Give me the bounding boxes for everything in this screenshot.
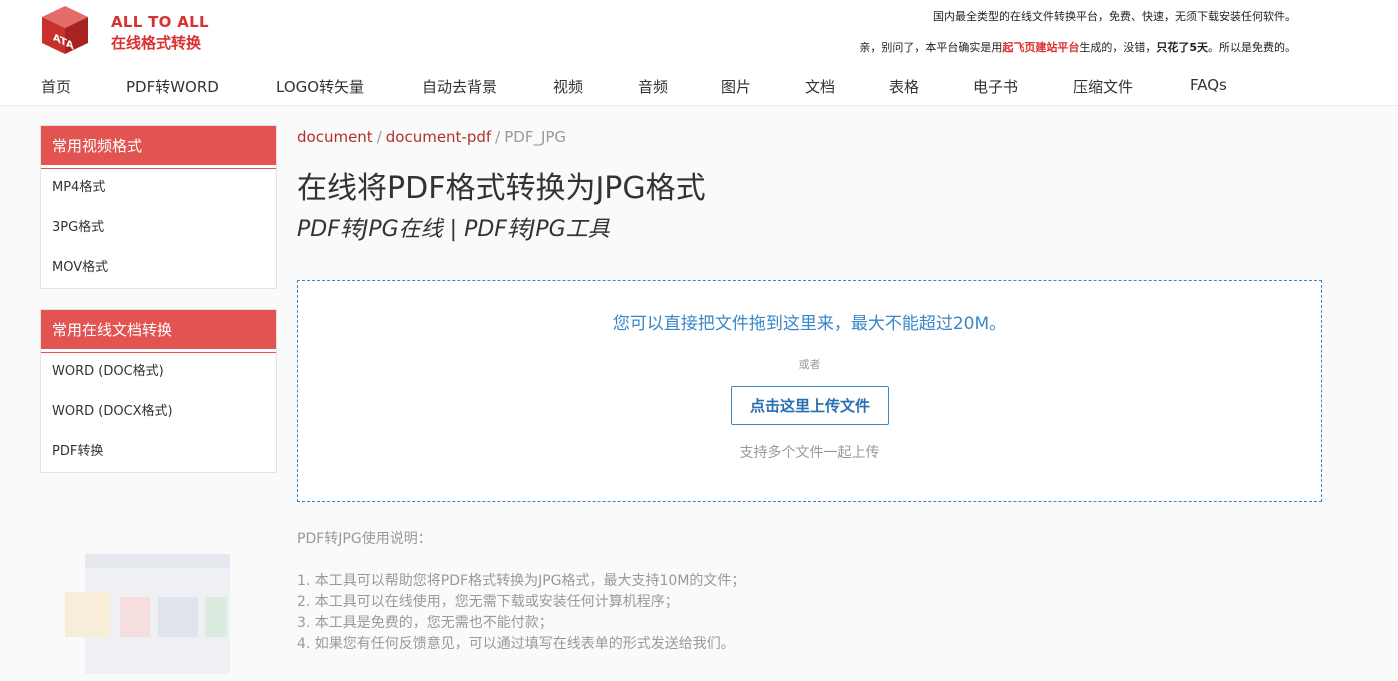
breadcrumb-document[interactable]: document	[297, 128, 373, 146]
list-item: 3. 本工具是免费的，您无需也不能付款；	[297, 615, 553, 631]
nav-item-pdf-to-word[interactable]: PDF转WORD	[126, 76, 219, 97]
list-item: 4. 如果您有任何反馈意见，可以通过填写在线表单的形式发送给我们。	[297, 636, 735, 652]
sidebar-item-doc[interactable]: WORD (DOC格式)	[41, 352, 276, 392]
nav-item-remove-bg[interactable]: 自动去背景	[422, 76, 497, 97]
sidebar-panel-video: 常用视频格式 MP4格式 3PG格式 MOV格式	[40, 125, 277, 289]
nav-item-document[interactable]: 文档	[805, 76, 835, 97]
dropzone-or: 或者	[798, 358, 821, 371]
nav-item-image[interactable]: 图片	[721, 76, 751, 97]
breadcrumb-separator: /	[376, 128, 382, 146]
slogan-line1: 国内最全类型的在线文件转换平台，免费、快速，无须下载安装任何软件。	[933, 10, 1296, 23]
sidebar: 常用视频格式 MP4格式 3PG格式 MOV格式 常用在线文档转换 WORD (…	[40, 125, 277, 493]
main-nav: 首页 PDF转WORD LOGO转矢量 自动去背景 视频 音频 图片 文档 表格…	[0, 76, 1398, 98]
logo-en: ALL TO ALL	[111, 13, 209, 31]
file-dropzone[interactable]: 您可以直接把文件拖到这里来，最大不能超过20M。 或者 点击这里上传文件 支持多…	[297, 280, 1322, 502]
list-item: 1. 本工具可以帮助您将PDF格式转换为JPG格式，最大支持10M的文件；	[297, 573, 746, 589]
logo-cn: 在线格式转换	[111, 34, 202, 52]
instructions-title: PDF转JPG使用说明：	[297, 531, 432, 547]
nav-item-faqs[interactable]: FAQs	[1190, 76, 1227, 94]
upload-file-button[interactable]: 点击这里上传文件	[731, 386, 889, 425]
dropzone-multi-hint: 支持多个文件一起上传	[739, 445, 880, 461]
usage-instructions: PDF转JPG使用说明： 1. 本工具可以帮助您将PDF格式转换为JPG格式，最…	[297, 529, 1322, 655]
breadcrumb-current: PDF_JPG	[504, 128, 567, 146]
sidebar-item-3pg[interactable]: 3PG格式	[41, 208, 276, 248]
site-header: ATA ALL TO ALL 在线格式转换 国内最全类型的在线文件转换平台，免费…	[0, 0, 1398, 106]
panel-title: 常用在线文档转换	[41, 310, 276, 352]
sidebar-panel-docs: 常用在线文档转换 WORD (DOC格式) WORD (DOCX格式) PDF转…	[40, 309, 277, 473]
sidebar-item-pdf[interactable]: PDF转换	[41, 432, 276, 472]
nav-item-video[interactable]: 视频	[553, 76, 583, 97]
nav-item-archive[interactable]: 压缩文件	[1073, 76, 1133, 97]
slogan-part: 。所以是免费的。	[1208, 41, 1296, 54]
nav-item-logo-vector[interactable]: LOGO转矢量	[276, 76, 364, 97]
slogan-line2: 亲，别问了，本平台确实是用起飞页建站平台生成的，没错，只花了5天。所以是免费的。	[859, 39, 1296, 55]
nav-item-spreadsheet[interactable]: 表格	[889, 76, 919, 97]
slogan-bold: 只花了5天	[1156, 41, 1208, 54]
nav-item-ebook[interactable]: 电子书	[973, 76, 1018, 97]
sidebar-item-mov[interactable]: MOV格式	[41, 248, 276, 288]
list-item: 2. 本工具可以在线使用，您无需下载或安装任何计算机程序；	[297, 594, 679, 610]
logo-text[interactable]: ALL TO ALL 在线格式转换	[111, 14, 209, 53]
dropzone-message: 您可以直接把文件拖到这里来，最大不能超过20M。	[612, 314, 1007, 334]
sidebar-item-mp4[interactable]: MP4格式	[41, 168, 276, 208]
slogan-part: 亲，别问了，本平台确实是用	[859, 41, 1003, 54]
slogan-part: 生成的，没错，	[1079, 41, 1157, 54]
nav-item-audio[interactable]: 音频	[638, 76, 668, 97]
slogan-highlight-link[interactable]: 起飞页建站平台	[1002, 41, 1079, 54]
main-content: document / document-pdf / PDF_JPG 在线将PDF格式转换…	[297, 125, 1322, 652]
logo-cube-icon[interactable]: ATA	[40, 4, 90, 56]
breadcrumb-document-pdf[interactable]: document-pdf	[386, 128, 491, 146]
instructions-list: 1. 本工具可以帮助您将PDF格式转换为JPG格式，最大支持10M的文件； 2.…	[297, 571, 1322, 655]
breadcrumb-separator: /	[495, 128, 501, 146]
page-subtitle: PDF转JPG在线 | PDF转JPG工具	[297, 217, 610, 242]
nav-item-home[interactable]: 首页	[41, 76, 71, 97]
faded-ad-illustration	[40, 497, 277, 681]
page-title: 在线将PDF格式转换为JPG格式	[297, 171, 706, 206]
panel-title: 常用视频格式	[41, 126, 276, 168]
breadcrumb: document / document-pdf / PDF_JPG	[297, 125, 1322, 149]
sidebar-item-docx[interactable]: WORD (DOCX格式)	[41, 392, 276, 432]
